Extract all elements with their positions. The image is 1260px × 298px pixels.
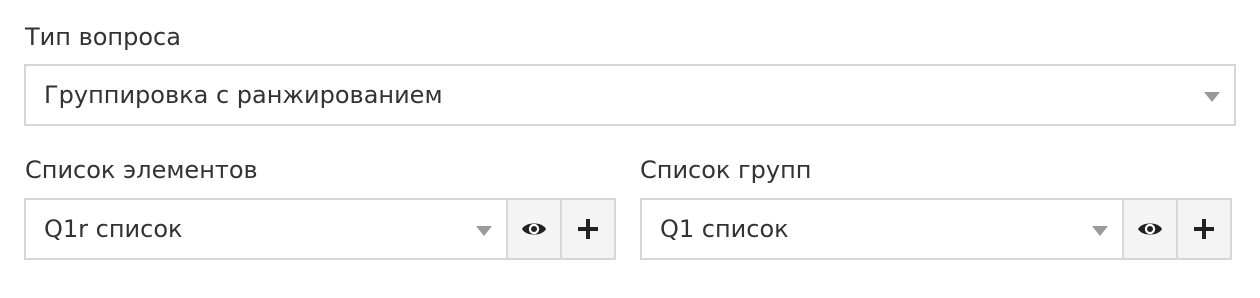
plus-icon (1194, 219, 1214, 239)
question-type-select[interactable]: Группировка с ранжированием (24, 64, 1236, 126)
eye-icon (1137, 220, 1163, 238)
groups-list-label: Список групп (640, 156, 812, 184)
groups-list-value: Q1 список (660, 215, 789, 243)
groups-list-add-button[interactable] (1176, 198, 1232, 260)
chevron-down-icon (1204, 92, 1220, 102)
question-type-label: Тип вопроса (25, 23, 181, 51)
eye-icon (521, 220, 547, 238)
elements-list-label: Список элементов (25, 156, 258, 184)
elements-list-select[interactable]: Q1r список (24, 198, 508, 260)
elements-list-view-button[interactable] (506, 198, 562, 260)
elements-list-add-button[interactable] (560, 198, 616, 260)
groups-list-select[interactable]: Q1 список (640, 198, 1124, 260)
chevron-down-icon (476, 226, 492, 236)
groups-list-view-button[interactable] (1122, 198, 1178, 260)
elements-list-value: Q1r список (44, 215, 183, 243)
chevron-down-icon (1092, 226, 1108, 236)
question-type-value: Группировка с ранжированием (44, 81, 443, 109)
plus-icon (578, 219, 598, 239)
